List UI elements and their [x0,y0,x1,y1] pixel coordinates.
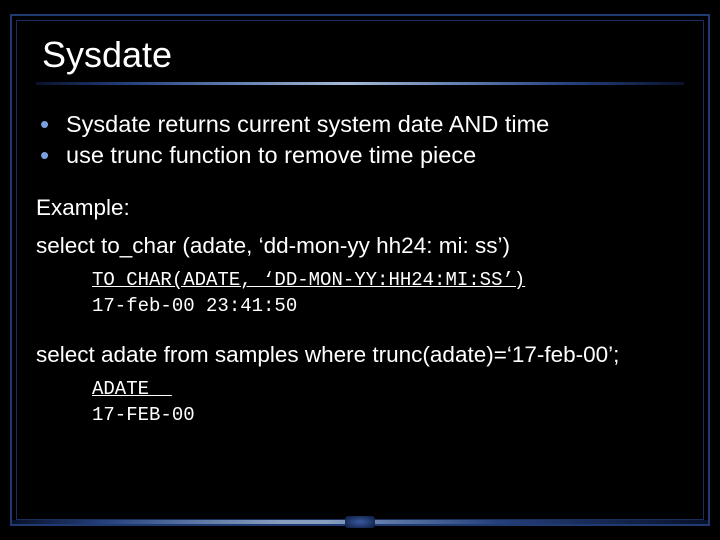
query-2: select adate from samples where trunc(ad… [36,340,684,370]
result-block-1: TO_CHAR(ADATE, ‘DD-MON-YY:HH24:MI:SS’) 1… [92,268,684,319]
result-header: ADATE [92,378,172,400]
result-value: 17-FEB-00 [92,404,195,426]
bottom-accent-knob [345,516,375,528]
example-sql: select to_char (adate, ‘dd-mon-yy hh24: … [36,231,684,261]
result-value: 17-feb-00 23:41:50 [92,295,297,317]
result-header: TO_CHAR(ADATE, ‘DD-MON-YY:HH24:MI:SS’) [92,269,525,291]
bullet-item: Sysdate returns current system date AND … [36,109,684,140]
slide-content: Sysdate Sysdate returns current system d… [36,34,684,500]
bullet-list: Sysdate returns current system date AND … [36,109,684,171]
slide: Sysdate Sysdate returns current system d… [0,0,720,540]
example-label: Example: [36,193,684,223]
result-block-2: ADATE 17-FEB-00 [92,377,684,428]
bullet-item: use trunc function to remove time piece [36,140,684,171]
title-underline [36,82,684,85]
slide-title: Sysdate [42,34,684,76]
